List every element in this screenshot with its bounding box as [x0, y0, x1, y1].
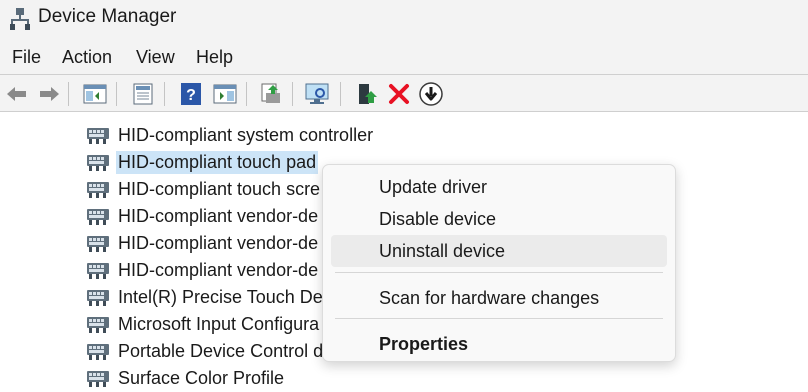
- menu-separator: [335, 272, 663, 273]
- uninstall-x-icon[interactable]: [386, 81, 412, 107]
- tree-item-label: HID-compliant system controller: [118, 124, 374, 145]
- tree-item[interactable]: Surface Color Profile: [86, 365, 286, 391]
- toolbar-separator: [164, 82, 165, 106]
- hid-device-icon: [87, 290, 109, 306]
- menu-item-uninstall-device[interactable]: Uninstall device: [331, 235, 667, 267]
- hid-device-icon: [87, 371, 109, 387]
- toolbar-separator: [246, 82, 247, 106]
- menu-item-disable-device[interactable]: Disable device: [331, 203, 667, 235]
- tree-item[interactable]: HID-compliant vendor-de: [86, 257, 320, 283]
- tree-item[interactable]: HID-compliant vendor-de: [86, 203, 320, 229]
- svg-text:?: ?: [186, 87, 196, 104]
- tree-item-label: Surface Color Profile: [118, 367, 285, 388]
- show-hide-console-tree-icon[interactable]: [82, 81, 108, 107]
- tree-item[interactable]: HID-compliant touch scre: [86, 176, 322, 202]
- hid-device-icon: [87, 155, 109, 171]
- title-bar: Device Manager: [0, 0, 808, 40]
- tree-item[interactable]: HID-compliant touch pad: [86, 149, 319, 175]
- update-driver-icon[interactable]: [258, 81, 284, 107]
- disable-device-icon[interactable]: [418, 81, 444, 107]
- tree-item[interactable]: HID-compliant vendor-de: [86, 230, 320, 256]
- menu-bar: File Action View Help: [0, 40, 808, 74]
- toolbar: ?: [0, 74, 808, 112]
- tree-item[interactable]: Intel(R) Precise Touch Devi: [86, 284, 338, 310]
- tree-item-label: HID-compliant vendor-de: [118, 259, 319, 280]
- menu-item-label: Update driver: [379, 176, 488, 197]
- toolbar-separator: [68, 82, 69, 106]
- action-pane-icon[interactable]: [212, 81, 238, 107]
- tree-item[interactable]: Portable Device Control de: [86, 338, 335, 364]
- hid-device-icon: [87, 236, 109, 252]
- toolbar-separator: [340, 82, 341, 106]
- tree-item-label: Microsoft Input Configura: [118, 313, 320, 334]
- toolbar-separator: [116, 82, 117, 106]
- menu-file[interactable]: File: [12, 47, 41, 68]
- hid-device-icon: [87, 263, 109, 279]
- menu-item-properties[interactable]: Properties: [331, 328, 667, 360]
- tree-item-label: Intel(R) Precise Touch Devi: [118, 286, 336, 307]
- scan-hardware-icon[interactable]: [304, 81, 330, 107]
- menu-item-label: Uninstall device: [379, 240, 506, 261]
- hid-device-icon: [87, 182, 109, 198]
- properties-sheet-icon[interactable]: [130, 81, 156, 107]
- menu-item-label: Disable device: [379, 208, 497, 229]
- hid-device-icon: [87, 209, 109, 225]
- hid-device-icon: [87, 128, 109, 144]
- menu-view[interactable]: View: [136, 47, 175, 68]
- menu-help[interactable]: Help: [196, 47, 233, 68]
- hid-device-icon: [87, 317, 109, 333]
- tree-item[interactable]: HID-compliant system controller: [86, 122, 375, 148]
- menu-item-update-driver[interactable]: Update driver: [331, 171, 667, 203]
- tree-item[interactable]: Microsoft Input Configura: [86, 311, 321, 337]
- tree-item-label: HID-compliant touch scre: [118, 178, 321, 199]
- tree-item-label: Portable Device Control de: [118, 340, 334, 361]
- window-title: Device Manager: [38, 6, 177, 27]
- context-menu: Update driver Disable device Uninstall d…: [322, 164, 676, 362]
- menu-item-label: Scan for hardware changes: [379, 287, 600, 308]
- tree-item-label: HID-compliant vendor-de: [118, 232, 319, 253]
- hid-device-icon: [87, 344, 109, 360]
- back-arrow-icon[interactable]: [4, 81, 30, 107]
- device-manager-icon: [10, 8, 30, 30]
- forward-arrow-icon[interactable]: [36, 81, 62, 107]
- tree-item-label: HID-compliant touch pad: [116, 150, 319, 174]
- menu-item-scan-hardware[interactable]: Scan for hardware changes: [331, 282, 667, 314]
- tree-item-label: HID-compliant vendor-de: [118, 205, 319, 226]
- menu-item-label: Properties: [379, 333, 469, 354]
- toolbar-separator: [292, 82, 293, 106]
- help-icon[interactable]: ?: [178, 81, 204, 107]
- menu-separator: [335, 318, 663, 319]
- menu-action[interactable]: Action: [62, 47, 112, 68]
- enable-device-icon[interactable]: [354, 81, 380, 107]
